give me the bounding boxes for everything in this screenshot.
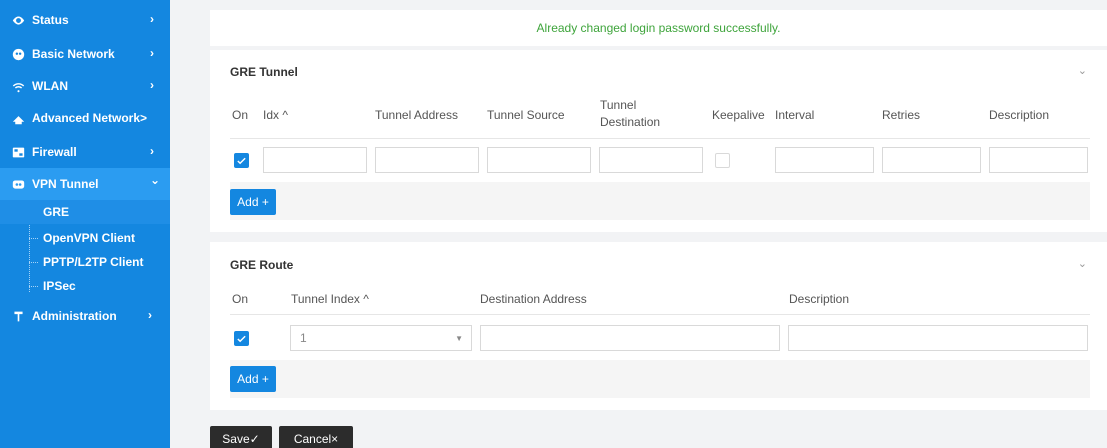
add-row-band [230,182,1090,220]
chevron-right-icon: › [150,78,154,92]
cancel-button[interactable]: Cancel× [279,426,353,448]
gre-route-panel: GRE Route ⌄ On Tunnel Index ^ Destinatio… [210,242,1107,410]
eye-icon [11,13,25,27]
nav-basic-network[interactable]: Basic Network › [0,38,170,70]
description-input[interactable] [989,147,1088,173]
col-retries: Retries [882,108,921,122]
subnav-ipsec[interactable]: IPSec [0,274,170,298]
add-route-button[interactable]: Add + [230,366,276,392]
retries-input[interactable] [882,147,981,173]
chevron-right-icon: › [148,308,152,322]
col-idx[interactable]: Idx ^ [263,108,288,123]
col-on: On [232,108,249,122]
tunnel-index-value: 1 [300,331,307,345]
add-tunnel-button[interactable]: Add + [230,189,276,215]
col-tunnel-address: Tunnel Address [375,108,458,122]
subnav-openvpn-client[interactable]: OpenVPN Client [0,226,170,250]
nav-label: Advanced Network> [32,111,148,125]
tunnel-destination-input[interactable] [599,147,703,173]
check-icon [237,335,246,343]
caret-down-icon: ▼ [455,334,463,343]
nav-administration[interactable]: Administration › [0,300,170,332]
nav-vpn-tunnel[interactable]: VPN Tunnel ⌄ [0,168,170,200]
nav-firewall[interactable]: Firewall › [0,136,170,168]
tunnel-enable-checkbox[interactable] [234,153,249,168]
col-destination-address: Destination Address [480,292,587,306]
col-tunnel-destination-line2: Destination [600,115,661,129]
route-description-input[interactable] [788,325,1088,351]
subnav-pptp-l2tp-client[interactable]: PPTP/L2TP Client [0,250,170,274]
admin-icon [11,309,25,323]
nav-label: Status [32,13,69,27]
cloud-icon [11,111,25,125]
keepalive-checkbox[interactable] [715,153,730,168]
sidebar: Status › Basic Network › WLAN › Advanced… [0,0,170,448]
divider [230,314,1090,315]
nav-label: Firewall [32,145,77,159]
nav-advanced-network[interactable]: Advanced Network> [0,102,170,134]
tunnel-index-select[interactable]: 1 ▼ [290,325,472,351]
vpn-icon [11,177,25,191]
nav-label: WLAN [32,79,68,93]
panel-title: GRE Route [230,258,294,272]
col-interval: Interval [775,108,815,122]
panel-title: GRE Tunnel [230,65,298,79]
nav-status[interactable]: Status › [0,4,170,36]
col-description: Description [789,292,850,306]
chevron-down-icon: ⌄ [150,173,161,187]
destination-address-input[interactable] [480,325,780,351]
tunnel-address-input[interactable] [375,147,479,173]
save-button[interactable]: Save✓ [210,426,272,448]
globe-icon [11,47,25,61]
col-tunnel-source: Tunnel Source [487,108,565,122]
idx-input[interactable] [263,147,367,173]
tunnel-source-input[interactable] [487,147,591,173]
nav-wlan[interactable]: WLAN › [0,70,170,102]
chevron-right-icon: › [150,144,154,158]
gre-tunnel-panel: GRE Tunnel ⌄ On Idx ^ Tunnel Address Tun… [210,50,1107,232]
col-keepalive: Keepalive [712,108,765,122]
col-tunnel-destination-line1: Tunnel [600,98,637,112]
nav-label: Basic Network [32,47,115,61]
interval-input[interactable] [775,147,874,173]
wifi-icon [11,79,25,93]
add-row-band [230,360,1090,398]
col-on: On [232,292,249,306]
collapse-icon[interactable]: ⌄ [1078,64,1087,77]
chevron-right-icon: › [150,46,154,60]
nav-label: VPN Tunnel [32,177,99,191]
firewall-icon [11,145,25,159]
collapse-icon[interactable]: ⌄ [1078,257,1087,270]
col-tunnel-index[interactable]: Tunnel Index ^ [291,292,369,307]
check-icon [237,157,246,165]
subnav-gre[interactable]: GRE [0,200,170,224]
nav-label: Administration [32,309,117,323]
route-enable-checkbox[interactable] [234,331,249,346]
col-description: Description [989,108,1050,122]
chevron-right-icon: › [150,12,154,26]
divider [230,138,1090,139]
success-notice: Already changed login password successfu… [210,10,1107,46]
